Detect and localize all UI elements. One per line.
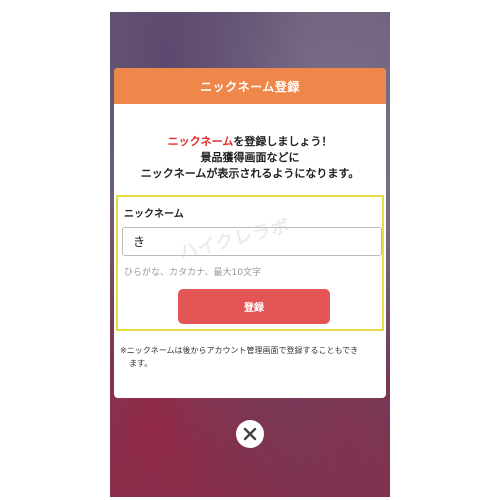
modal-title: ニックネーム登録 [114, 68, 386, 104]
footnote-line-1: ※ニックネームは後からアカウント管理画面で登録することもでき [120, 346, 359, 355]
nickname-modal: ニックネーム登録 ニックネームを登録しましょう！ 景品獲得画面などに ニックネー… [114, 68, 386, 398]
footnote-line-2: ます。 [129, 359, 153, 368]
close-button[interactable] [236, 420, 264, 448]
intro-line-3: ニックネームが表示されるようになります。 [140, 167, 360, 180]
close-icon [243, 427, 257, 441]
nickname-hint: ひらがな、カタカナ、最大10文字 [124, 268, 262, 278]
stage: ニックネーム登録 ニックネームを登録しましょう！ 景品獲得画面などに ニックネー… [0, 0, 500, 500]
footnote: ※ニックネームは後からアカウント管理画面で登録することもでき ます。 [120, 344, 378, 370]
register-button[interactable]: 登録 [178, 289, 330, 324]
nickname-input[interactable] [122, 227, 382, 256]
intro-text: ニックネームを登録しましょう！ 景品獲得画面などに ニックネームが表示されるよう… [114, 134, 386, 182]
nickname-label: ニックネーム [124, 209, 184, 220]
nickname-form: ニックネーム ハイクレラボ ひらがな、カタカナ、最大10文字 登録 [116, 195, 384, 331]
intro-line-1: ニックネームを登録しましょう！ [114, 134, 386, 150]
intro-accent: ニックネーム [167, 135, 234, 148]
intro-line-1-rest: を登録しましょう！ [233, 135, 333, 148]
intro-line-2: 景品獲得画面などに [200, 151, 300, 164]
